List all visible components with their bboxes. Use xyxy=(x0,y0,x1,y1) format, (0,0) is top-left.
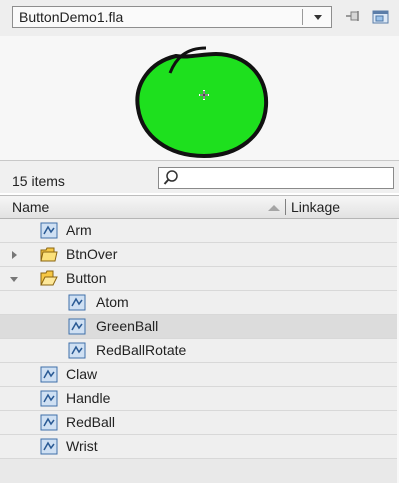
movieclip-icon xyxy=(40,414,58,431)
list-item[interactable]: RedBallRotate xyxy=(0,339,399,363)
collapsed-arrow-icon[interactable] xyxy=(10,251,18,259)
list-item-label: Atom xyxy=(96,294,129,310)
list-item-selected[interactable]: GreenBall xyxy=(0,315,399,339)
movieclip-icon xyxy=(40,222,58,239)
folder-icon xyxy=(40,247,58,262)
name-column-header[interactable]: Name xyxy=(12,199,49,215)
dropdown-separator xyxy=(302,9,303,25)
list-item-label: Button xyxy=(66,270,107,286)
list-item-label: RedBallRotate xyxy=(96,342,187,358)
open-folder-icon xyxy=(40,270,58,286)
document-name: ButtonDemo1.fla xyxy=(19,9,124,25)
list-item-label: Handle xyxy=(66,390,111,406)
list-item-label: RedBall xyxy=(66,414,116,430)
expanded-arrow-icon[interactable] xyxy=(10,275,18,283)
symbol-preview xyxy=(0,36,399,161)
chevron-down-icon[interactable] xyxy=(314,15,322,20)
list-item-label: GreenBall xyxy=(96,318,159,334)
search-input[interactable] xyxy=(158,167,394,189)
linkage-column-header[interactable]: Linkage xyxy=(291,199,340,215)
document-row: ButtonDemo1.fla xyxy=(0,0,399,36)
movieclip-icon xyxy=(68,318,86,335)
movieclip-icon xyxy=(68,294,86,311)
search-icon xyxy=(163,170,178,185)
sort-ascending-icon[interactable] xyxy=(268,205,280,211)
list-item-label: Arm xyxy=(66,222,92,238)
document-dropdown[interactable]: ButtonDemo1.fla xyxy=(12,6,332,28)
list-item[interactable]: Arm xyxy=(0,219,399,243)
movieclip-icon xyxy=(40,390,58,407)
list-item[interactable]: Claw xyxy=(0,363,399,387)
list-item[interactable]: BtnOver xyxy=(0,243,399,267)
list-item[interactable]: Button xyxy=(0,267,399,291)
count-search-row: 15 items xyxy=(0,161,399,193)
list-item[interactable]: Atom xyxy=(0,291,399,315)
green-ball-preview xyxy=(135,46,269,159)
column-header: Name Linkage xyxy=(0,195,399,219)
movieclip-icon xyxy=(40,366,58,383)
item-count: 15 items xyxy=(12,173,65,189)
library-tree: Arm BtnOver Button Atom GreenBall RedBal… xyxy=(0,219,399,483)
list-item[interactable]: Handle xyxy=(0,387,399,411)
list-item-label: Wrist xyxy=(66,438,98,454)
column-separator[interactable] xyxy=(285,199,286,215)
green-ball-shape xyxy=(135,51,269,159)
library-panel: ButtonDemo1.fla 15 items Name Linkage Ar… xyxy=(0,0,399,483)
list-item-label: Claw xyxy=(66,366,98,382)
movieclip-icon xyxy=(40,438,58,455)
list-item[interactable]: RedBall xyxy=(0,411,399,435)
movieclip-icon xyxy=(68,342,86,359)
pin-icon[interactable] xyxy=(345,9,363,25)
list-item-label: BtnOver xyxy=(66,246,118,262)
list-item[interactable]: Wrist xyxy=(0,435,399,459)
new-library-panel-icon[interactable] xyxy=(372,9,390,25)
